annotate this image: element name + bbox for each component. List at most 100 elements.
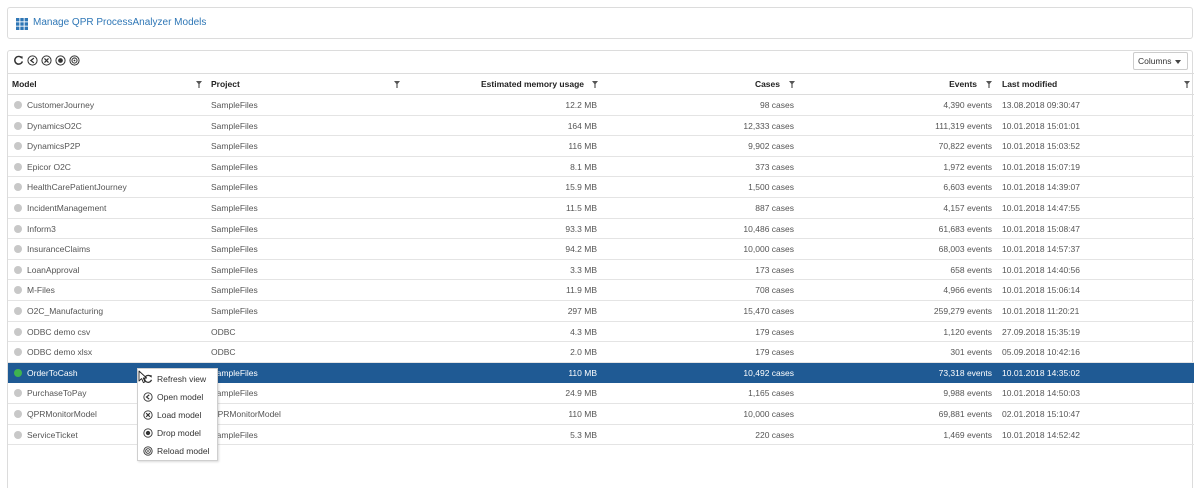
status-dot-icon (14, 203, 22, 212)
model-name: IncidentManagement (27, 202, 107, 213)
columns-label: Columns (1138, 56, 1172, 66)
cell-model: LoanApproval (12, 260, 202, 280)
filter-icon[interactable] (394, 81, 400, 88)
cell-model: ODBC demo csv (12, 322, 202, 342)
table-row[interactable]: ODBC demo csv ODBC 4.3 MB 179 cases 1,120 ev… (8, 322, 1194, 343)
table-row[interactable]: InsuranceClaims SampleFiles 94.2 MB 10,000 … (8, 239, 1194, 260)
table-row[interactable]: ODBC demo xlsx ODBC 2.0 MB 179 cases 301 eve… (8, 342, 1194, 363)
refresh-icon[interactable] (13, 55, 24, 66)
open-icon[interactable] (27, 55, 38, 66)
menu-item-label: Drop model (157, 428, 201, 438)
cell-last-modified: 10.01.2018 14:35:02 (1002, 367, 1080, 378)
cell-cases: 10,000 cases (743, 408, 794, 419)
header-panel: Manage QPR ProcessAnalyzer Models (7, 7, 1193, 39)
model-name: HealthCarePatientJourney (27, 182, 127, 193)
cell-last-modified: 10.01.2018 11:20:21 (1002, 305, 1080, 316)
table-row[interactable]: IncidentManagement SampleFiles 11.5 MB 887 … (8, 198, 1194, 219)
cell-last-modified: 02.01.2018 15:10:47 (1002, 408, 1080, 419)
header-cases[interactable]: Cases (598, 74, 780, 94)
cell-last-modified: 10.01.2018 14:39:07 (1002, 182, 1080, 193)
status-dot-icon (14, 245, 22, 254)
cell-project: SampleFiles (211, 429, 258, 440)
cell-events: 61,683 events (938, 223, 992, 234)
table-row[interactable]: CustomerJourney SampleFiles 12.2 MB 98 case… (8, 95, 1194, 116)
table-row[interactable]: O2C_Manufacturing SampleFiles 297 MB 15,470… (8, 301, 1194, 322)
filter-icon[interactable] (196, 81, 202, 88)
filter-icon[interactable] (1184, 81, 1190, 88)
cell-model: HealthCarePatientJourney (12, 177, 202, 197)
cell-model: Inform3 (12, 219, 202, 239)
model-name: DynamicsO2C (27, 120, 82, 131)
menu-item-reload-model[interactable]: Reload model (138, 442, 217, 460)
status-dot-icon (14, 183, 22, 192)
filter-icon[interactable] (986, 81, 992, 88)
toolbar: Columns (8, 51, 1192, 73)
cell-memory: 110 MB (568, 408, 597, 419)
cell-memory: 11.9 MB (565, 285, 597, 296)
cell-events: 301 events (950, 347, 992, 358)
cell-project: SampleFiles (211, 367, 258, 378)
menu-item-load-model[interactable]: Load model (138, 406, 217, 424)
cell-cases: 10,492 cases (743, 367, 794, 378)
cell-cases: 1,500 cases (748, 182, 794, 193)
load-icon[interactable] (41, 55, 52, 66)
drop-icon[interactable] (55, 55, 66, 66)
table-row[interactable]: DynamicsP2P SampleFiles 116 MB 9,902 cases 7… (8, 136, 1194, 157)
cell-project: SampleFiles (211, 202, 258, 213)
status-dot-icon (14, 306, 22, 315)
model-name: PurchaseToPay (27, 388, 87, 399)
cell-cases: 179 cases (755, 347, 794, 358)
cell-model: ODBC demo xlsx (12, 342, 202, 362)
table-row[interactable]: HealthCarePatientJourney SampleFiles 15.9 … (8, 177, 1194, 198)
cell-project: SampleFiles (211, 223, 258, 234)
status-dot-icon (14, 348, 22, 357)
menu-item-open-model[interactable]: Open model (138, 388, 217, 406)
menu-item-label: Open model (157, 392, 204, 402)
cell-memory: 94.2 MB (565, 244, 597, 255)
cell-memory: 116 MB (568, 141, 597, 152)
cell-last-modified: 13.08.2018 09:30:47 (1002, 100, 1080, 110)
cell-last-modified: 10.01.2018 15:07:19 (1002, 161, 1080, 172)
cell-last-modified: 10.01.2018 14:50:03 (1002, 388, 1080, 399)
filter-icon[interactable] (789, 81, 795, 88)
cell-events: 6,603 events (943, 182, 992, 193)
cell-events: 1,972 events (943, 161, 992, 172)
table-row[interactable]: M-Files SampleFiles 11.9 MB 708 cases 4,966 … (8, 280, 1194, 301)
table-row[interactable]: DynamicsO2C SampleFiles 164 MB 12,333 cases… (8, 116, 1194, 137)
header-model[interactable]: Model (12, 74, 202, 94)
cell-last-modified: 05.09.2018 10:42:16 (1002, 347, 1080, 358)
cell-project: SampleFiles (211, 305, 258, 316)
table-row[interactable]: LoanApproval SampleFiles 3.3 MB 173 cases 65… (8, 260, 1194, 281)
model-name: InsuranceClaims (27, 244, 91, 255)
cell-project: SampleFiles (211, 388, 258, 399)
cell-model: DynamicsP2P (12, 136, 202, 156)
columns-dropdown[interactable]: Columns (1133, 52, 1188, 70)
header-project[interactable]: Project (211, 74, 401, 94)
table-row[interactable]: Epicor O2C SampleFiles 8.1 MB 373 cases 1,97… (8, 157, 1194, 178)
model-name: LoanApproval (27, 264, 80, 275)
cell-events: 9,988 events (943, 388, 992, 399)
cell-events: 1,120 events (943, 326, 992, 337)
cell-events: 1,469 events (943, 429, 992, 440)
cell-memory: 8.1 MB (570, 161, 597, 172)
cell-memory: 11.5 MB (565, 202, 597, 213)
header-last-modified[interactable]: Last modified (1002, 74, 1172, 94)
status-dot-icon (14, 224, 22, 233)
header-events[interactable]: Events (798, 74, 977, 94)
cell-cases: 373 cases (755, 161, 794, 172)
model-name: O2C_Manufacturing (27, 305, 104, 316)
open-icon (143, 392, 153, 402)
cell-cases: 15,470 cases (743, 305, 794, 316)
header-memory[interactable]: Estimated memory usage (401, 74, 584, 94)
menu-item-drop-model[interactable]: Drop model (138, 424, 217, 442)
model-name: CustomerJourney (27, 100, 95, 110)
table-row[interactable]: Inform3 SampleFiles 93.3 MB 10,486 cases 61,… (8, 219, 1194, 240)
reload-icon[interactable] (69, 55, 80, 66)
cell-last-modified: 10.01.2018 15:01:01 (1002, 120, 1080, 131)
cell-project: SampleFiles (211, 141, 258, 152)
cell-memory: 2.0 MB (570, 347, 597, 358)
cell-last-modified: 27.09.2018 15:35:19 (1002, 326, 1080, 337)
cell-memory: 93.3 MB (565, 223, 597, 234)
cell-model: Epicor O2C (12, 157, 202, 177)
cell-cases: 887 cases (755, 202, 794, 213)
